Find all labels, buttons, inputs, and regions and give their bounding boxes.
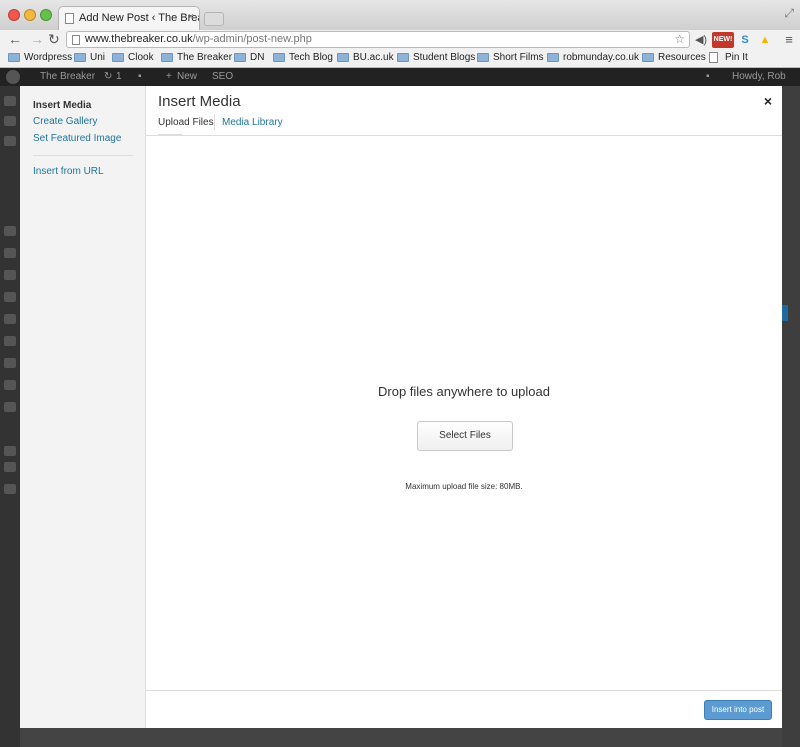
admin-bar-site-name[interactable]: The Breaker bbox=[40, 68, 95, 86]
browser-titlebar: Add New Post ‹ The Breaker × ⤢ bbox=[0, 0, 800, 30]
folder-icon bbox=[642, 53, 654, 62]
menu-create-gallery[interactable]: Create Gallery bbox=[33, 116, 97, 128]
forward-icon[interactable]: → bbox=[30, 30, 44, 48]
bookmark-bu[interactable]: BU.ac.uk bbox=[337, 52, 394, 64]
comments-icon[interactable]: ▪ bbox=[138, 68, 142, 86]
page-icon bbox=[709, 52, 718, 63]
menu-set-featured-image[interactable]: Set Featured Image bbox=[33, 133, 121, 145]
bookmark-label: Tech Blog bbox=[289, 52, 333, 63]
page-icon bbox=[65, 13, 74, 24]
back-icon[interactable]: ← bbox=[8, 30, 22, 48]
admin-bar-updates-count[interactable]: 1 bbox=[116, 68, 122, 86]
folder-icon bbox=[547, 53, 559, 62]
page-icon bbox=[72, 35, 80, 45]
media-toolbar: Insert into post bbox=[146, 690, 782, 728]
reload-icon[interactable]: ↻ bbox=[48, 30, 60, 48]
url-path: /wp-admin/post-new.php bbox=[192, 33, 312, 45]
folder-icon bbox=[273, 53, 285, 62]
bookmark-label: Uni bbox=[90, 52, 106, 63]
minimize-window-button[interactable] bbox=[24, 9, 36, 21]
bookmark-robmunday[interactable]: robmunday.co.uk bbox=[547, 52, 639, 64]
new-extension-icon[interactable]: NEW! bbox=[712, 32, 734, 48]
bookmark-label: Wordpress bbox=[24, 52, 73, 63]
folder-icon bbox=[234, 53, 246, 62]
add-new-icon[interactable]: + bbox=[166, 68, 172, 86]
close-icon[interactable]: × bbox=[764, 93, 772, 109]
bookmark-label: Clook bbox=[128, 52, 154, 63]
folder-icon bbox=[477, 53, 489, 62]
bookmark-label: robmunday.co.uk bbox=[563, 52, 639, 63]
bookmarks-bar: Wordpress Uni Clook The Breaker DN Tech … bbox=[0, 48, 800, 68]
folder-icon bbox=[161, 53, 173, 62]
bookmark-resources[interactable]: Resources bbox=[642, 52, 706, 64]
router-separator bbox=[214, 114, 215, 130]
modal-title: Insert Media bbox=[158, 93, 241, 110]
bookmark-uni[interactable]: Uni bbox=[74, 52, 105, 64]
zoom-window-button[interactable] bbox=[40, 9, 52, 21]
bookmark-star-icon[interactable]: ☆ bbox=[674, 32, 685, 46]
bookmark-label: Short Films bbox=[493, 52, 544, 63]
bookmark-the-breaker[interactable]: The Breaker bbox=[161, 52, 232, 64]
fullscreen-icon[interactable]: ⤢ bbox=[784, 6, 794, 21]
folder-icon bbox=[112, 53, 124, 62]
bookmark-label: Student Blogs bbox=[413, 52, 476, 63]
close-window-button[interactable] bbox=[8, 9, 20, 21]
folder-icon bbox=[74, 53, 86, 62]
menu-separator bbox=[33, 155, 133, 156]
media-router: Upload Files Media Library bbox=[146, 86, 782, 136]
bookmark-label: BU.ac.uk bbox=[353, 52, 394, 63]
folder-icon bbox=[337, 53, 349, 62]
wp-sidebar-background bbox=[0, 86, 20, 747]
bookmark-dn[interactable]: DN bbox=[234, 52, 264, 64]
bookmark-clook[interactable]: Clook bbox=[112, 52, 154, 64]
address-bar[interactable]: www.thebreaker.co.uk/wp-admin/post-new.p… bbox=[66, 31, 690, 48]
bookmark-pin-it[interactable]: Pin It bbox=[709, 52, 748, 64]
folder-icon bbox=[397, 53, 409, 62]
bookmark-label: Pin It bbox=[725, 52, 748, 63]
tab-close-icon[interactable]: × bbox=[188, 11, 194, 23]
bookmark-label: Resources bbox=[658, 52, 706, 63]
wordpress-logo-icon[interactable] bbox=[6, 70, 20, 84]
upload-drop-zone[interactable]: Drop files anywhere to upload Select Fil… bbox=[146, 137, 782, 690]
wp-admin-bar: The Breaker ↻ 1 ▪ + New SEO ▪ Howdy, Rob bbox=[0, 68, 800, 86]
wp-page-background-bottom bbox=[20, 728, 782, 747]
browser-tab[interactable]: Add New Post ‹ The Breaker × bbox=[58, 6, 200, 30]
drive-icon[interactable]: ▲ bbox=[758, 32, 772, 48]
menu-insert-from-url[interactable]: Insert from URL bbox=[33, 166, 104, 178]
bookmark-label: DN bbox=[250, 52, 265, 63]
new-tab-button[interactable] bbox=[204, 12, 224, 26]
max-upload-size: Maximum upload file size: 80MB. bbox=[405, 482, 523, 491]
screen: { "browser": { "tab_title": "Add New Pos… bbox=[0, 0, 800, 747]
url-domain: www.thebreaker.co.uk bbox=[85, 33, 193, 45]
wp-page-background-right bbox=[782, 86, 800, 747]
bookmark-student-blogs[interactable]: Student Blogs bbox=[397, 52, 475, 64]
admin-bar-seo[interactable]: SEO bbox=[212, 68, 233, 86]
insert-media-modal: Insert Media Create Gallery Set Featured… bbox=[20, 86, 782, 728]
bookmark-label: The Breaker bbox=[177, 52, 233, 63]
active-tab-indicator bbox=[158, 134, 182, 136]
folder-icon bbox=[8, 53, 20, 62]
admin-bar-new[interactable]: New bbox=[177, 68, 197, 86]
tab-title: Add New Post ‹ The Breaker bbox=[79, 12, 199, 24]
bookmark-tech-blog[interactable]: Tech Blog bbox=[273, 52, 333, 64]
tab-media-library[interactable]: Media Library bbox=[222, 117, 283, 129]
bookmark-wordpress[interactable]: Wordpress bbox=[8, 52, 72, 64]
drop-message: Drop files anywhere to upload bbox=[378, 384, 550, 399]
admin-bar-greeting[interactable]: Howdy, Rob bbox=[732, 68, 786, 86]
bookmark-short-films[interactable]: Short Films bbox=[477, 52, 544, 64]
extension-s-icon[interactable]: S bbox=[738, 32, 752, 48]
admin-bar-search-icon[interactable]: ▪ bbox=[706, 68, 710, 86]
insert-into-post-button[interactable]: Insert into post bbox=[704, 700, 772, 720]
menu-icon[interactable]: ≡ bbox=[782, 32, 796, 48]
updates-icon[interactable]: ↻ bbox=[104, 68, 112, 86]
tab-upload-files[interactable]: Upload Files bbox=[158, 117, 214, 129]
browser-toolbar: ← → ↻ www.thebreaker.co.uk/wp-admin/post… bbox=[0, 30, 800, 48]
menu-insert-media[interactable]: Insert Media bbox=[33, 100, 91, 112]
select-files-button[interactable]: Select Files bbox=[417, 421, 513, 451]
wp-publish-button-background bbox=[782, 305, 788, 321]
media-menu: Insert Media Create Gallery Set Featured… bbox=[20, 86, 146, 728]
speaker-icon[interactable]: ◀) bbox=[694, 32, 708, 48]
